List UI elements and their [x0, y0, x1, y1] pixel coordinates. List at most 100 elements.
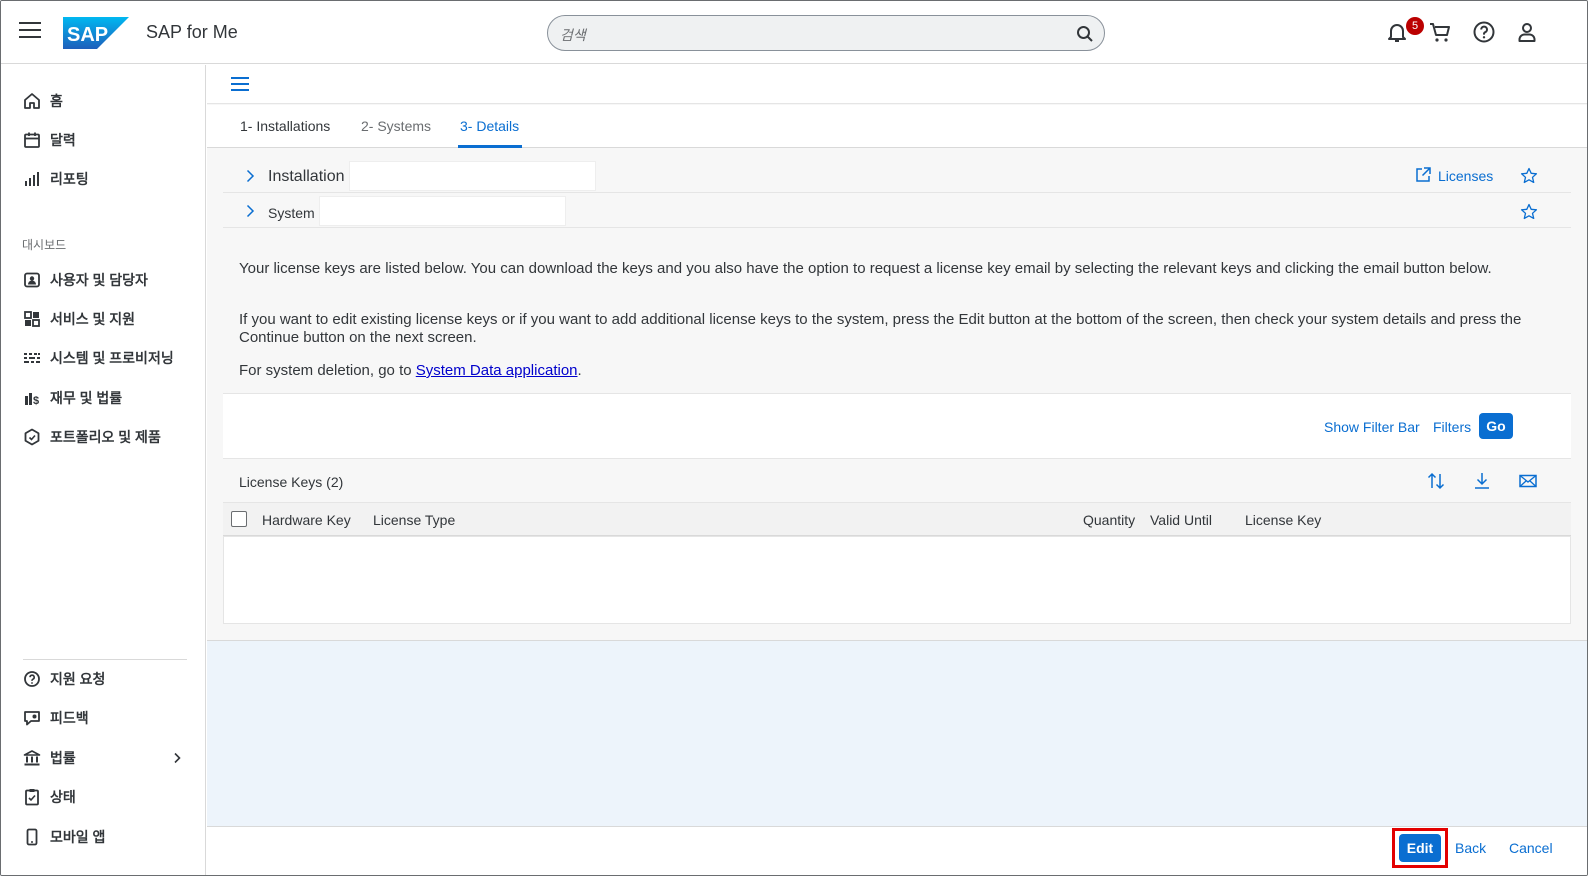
sort-icon[interactable]	[1426, 471, 1446, 491]
nav-item-users-contacts[interactable]: 사용자 및 담당자	[23, 268, 148, 292]
table-title: License Keys (2)	[239, 474, 344, 490]
show-filter-bar-button[interactable]: Show Filter Bar	[1324, 419, 1420, 435]
nav-item-label: 시스템 및 프로비저닝	[50, 350, 174, 366]
nav-item-label: 리포팅	[50, 171, 89, 187]
filter-bar: Show Filter Bar Filters Go	[223, 393, 1571, 459]
nav-item-portfolio-products[interactable]: 포트폴리오 및 제품	[23, 425, 161, 449]
nav-item-label: 달력	[50, 132, 76, 148]
tab-bar: 1- Installations 2- Systems 3- Details	[207, 105, 1587, 148]
download-icon[interactable]	[1472, 471, 1492, 491]
tab-installations[interactable]: 1- Installations	[240, 118, 330, 134]
nav-group-dashboard: 대시보드	[22, 238, 67, 252]
nav-item-finance-legal[interactable]: $ 재무 및 법률	[23, 386, 122, 410]
portfolio-icon	[24, 428, 40, 446]
select-all-checkbox[interactable]	[231, 511, 247, 527]
info-paragraph-2: If you want to edit existing license key…	[239, 311, 1522, 346]
info-text-prefix: For system deletion, go to	[239, 362, 416, 379]
column-license-key[interactable]: License Key	[1245, 512, 1321, 528]
search-field[interactable]: 검색	[547, 15, 1105, 51]
menu-icon[interactable]	[231, 77, 249, 91]
table-toolbar: License Keys (2)	[223, 459, 1571, 503]
menu-icon[interactable]	[19, 22, 41, 40]
status-icon	[25, 789, 39, 806]
nav-item-label: 홈	[50, 93, 63, 109]
cart-icon[interactable]	[1428, 20, 1452, 44]
nav-item-label: 상태	[50, 789, 76, 805]
cancel-button[interactable]: Cancel	[1509, 840, 1553, 856]
column-valid-until[interactable]: Valid Until	[1150, 512, 1212, 528]
sap-logo-text: SAP	[67, 24, 108, 46]
nav-item-reporting[interactable]: 리포팅	[23, 167, 89, 191]
sap-logo[interactable]: SAP	[63, 17, 129, 49]
filters-button[interactable]: Filters	[1433, 419, 1471, 435]
mobile-icon	[26, 828, 38, 846]
column-quantity[interactable]: Quantity	[1083, 512, 1135, 528]
info-paragraph-3: For system deletion, go to System Data a…	[239, 362, 1539, 380]
nav-item-label: 포트폴리오 및 제품	[50, 429, 161, 445]
edit-button[interactable]: Edit	[1399, 834, 1441, 862]
sub-header	[207, 65, 1587, 104]
help-icon	[24, 671, 40, 687]
tab-details[interactable]: 3- Details	[460, 118, 519, 134]
contacts-icon	[24, 272, 40, 288]
search-placeholder: 검색	[560, 27, 586, 43]
licenses-link[interactable]: Licenses	[1438, 168, 1493, 184]
email-icon[interactable]	[1518, 471, 1538, 491]
chevron-right-icon[interactable]	[243, 169, 257, 183]
nav-item-home[interactable]: 홈	[23, 89, 63, 113]
favorite-star-icon[interactable]	[1520, 203, 1538, 221]
app-title: SAP for Me	[146, 22, 238, 42]
feedback-icon	[24, 711, 40, 726]
content-background	[207, 640, 1587, 826]
app-window: SAP SAP for Me 검색 5 홈 달력 리포팅 대시보드 사용자 및	[0, 0, 1588, 876]
installation-value	[349, 161, 596, 191]
column-license-type[interactable]: License Type	[373, 512, 455, 528]
footer-toolbar: Edit Back Cancel	[207, 826, 1587, 875]
home-icon	[24, 93, 40, 109]
info-text-suffix: .	[577, 362, 582, 379]
search-icon[interactable]	[1076, 25, 1094, 43]
nav-item-label: 지원 요청	[50, 671, 106, 687]
go-button[interactable]: Go	[1479, 413, 1513, 439]
nav-item-label: 서비스 및 지원	[50, 311, 136, 327]
bar-chart-icon	[25, 172, 39, 186]
chevron-right-icon[interactable]	[243, 204, 257, 218]
nav-item-support-request[interactable]: 지원 요청	[23, 667, 105, 691]
details-panel: Installation Licenses System Your licens…	[223, 159, 1571, 637]
nav-item-feedback[interactable]: 피드백	[23, 706, 89, 730]
user-icon[interactable]	[1515, 20, 1539, 44]
svg-text:$: $	[33, 395, 39, 407]
nav-item-label: 법률	[50, 750, 76, 766]
finance-icon: $	[25, 393, 39, 407]
chevron-right-icon[interactable]	[171, 752, 183, 764]
favorite-star-icon[interactable]	[1520, 167, 1538, 185]
table-body	[223, 536, 1571, 624]
nav-item-calendar[interactable]: 달력	[23, 128, 76, 152]
back-button[interactable]: Back	[1455, 840, 1486, 856]
nav-item-services-support[interactable]: 서비스 및 지원	[23, 307, 135, 331]
notification-badge: 5	[1406, 17, 1424, 35]
nav-item-status[interactable]: 상태	[23, 785, 76, 809]
side-navigation: 홈 달력 리포팅 대시보드 사용자 및 담당자 서비스 및 지원 시스템 및 프…	[1, 65, 206, 875]
nav-separator	[23, 659, 187, 660]
external-link-icon[interactable]	[1414, 166, 1432, 184]
nav-item-label: 피드백	[50, 710, 89, 726]
nav-item-systems-provisioning[interactable]: 시스템 및 프로비저닝	[23, 346, 174, 370]
tab-systems[interactable]: 2- Systems	[361, 118, 431, 134]
legal-icon	[23, 750, 41, 766]
column-hardware-key[interactable]: Hardware Key	[262, 512, 351, 528]
main-content: 1- Installations 2- Systems 3- Details I…	[207, 65, 1587, 875]
system-header: System	[223, 194, 1571, 228]
system-data-link[interactable]: System Data application	[416, 362, 578, 379]
installation-label: Installation	[268, 168, 345, 185]
systems-icon	[24, 353, 40, 363]
nav-item-mobile-app[interactable]: 모바일 앱	[23, 825, 105, 849]
active-tab-indicator	[458, 145, 522, 148]
system-label: System	[268, 205, 315, 221]
services-icon	[24, 311, 40, 327]
system-value	[319, 196, 566, 226]
nav-item-label: 재무 및 법률	[50, 390, 123, 406]
nav-item-legal[interactable]: 법률	[23, 746, 76, 770]
help-icon[interactable]	[1472, 20, 1496, 44]
installation-header: Installation Licenses	[223, 159, 1571, 193]
